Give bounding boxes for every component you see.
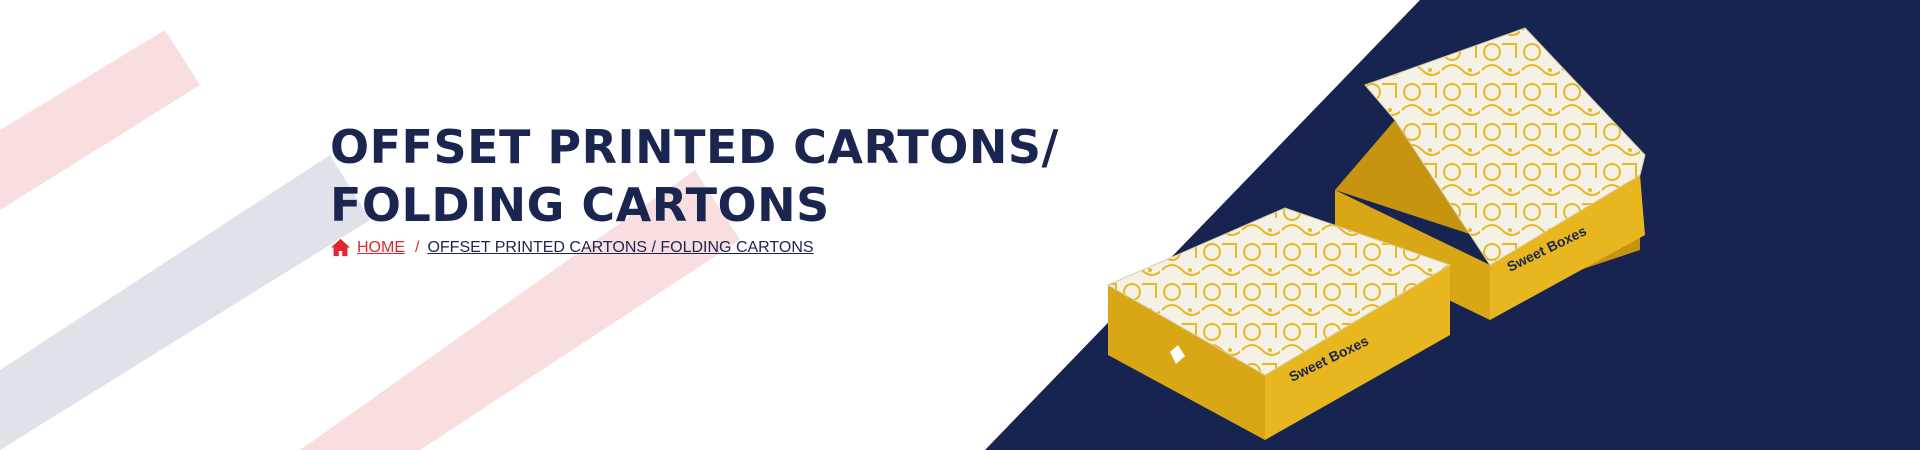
- product-image: Sweet Boxes Sweet Boxes: [1106, 27, 1646, 440]
- page-banner: OFFSET PRINTED CARTONS/ FOLDING CARTONS …: [0, 0, 1920, 450]
